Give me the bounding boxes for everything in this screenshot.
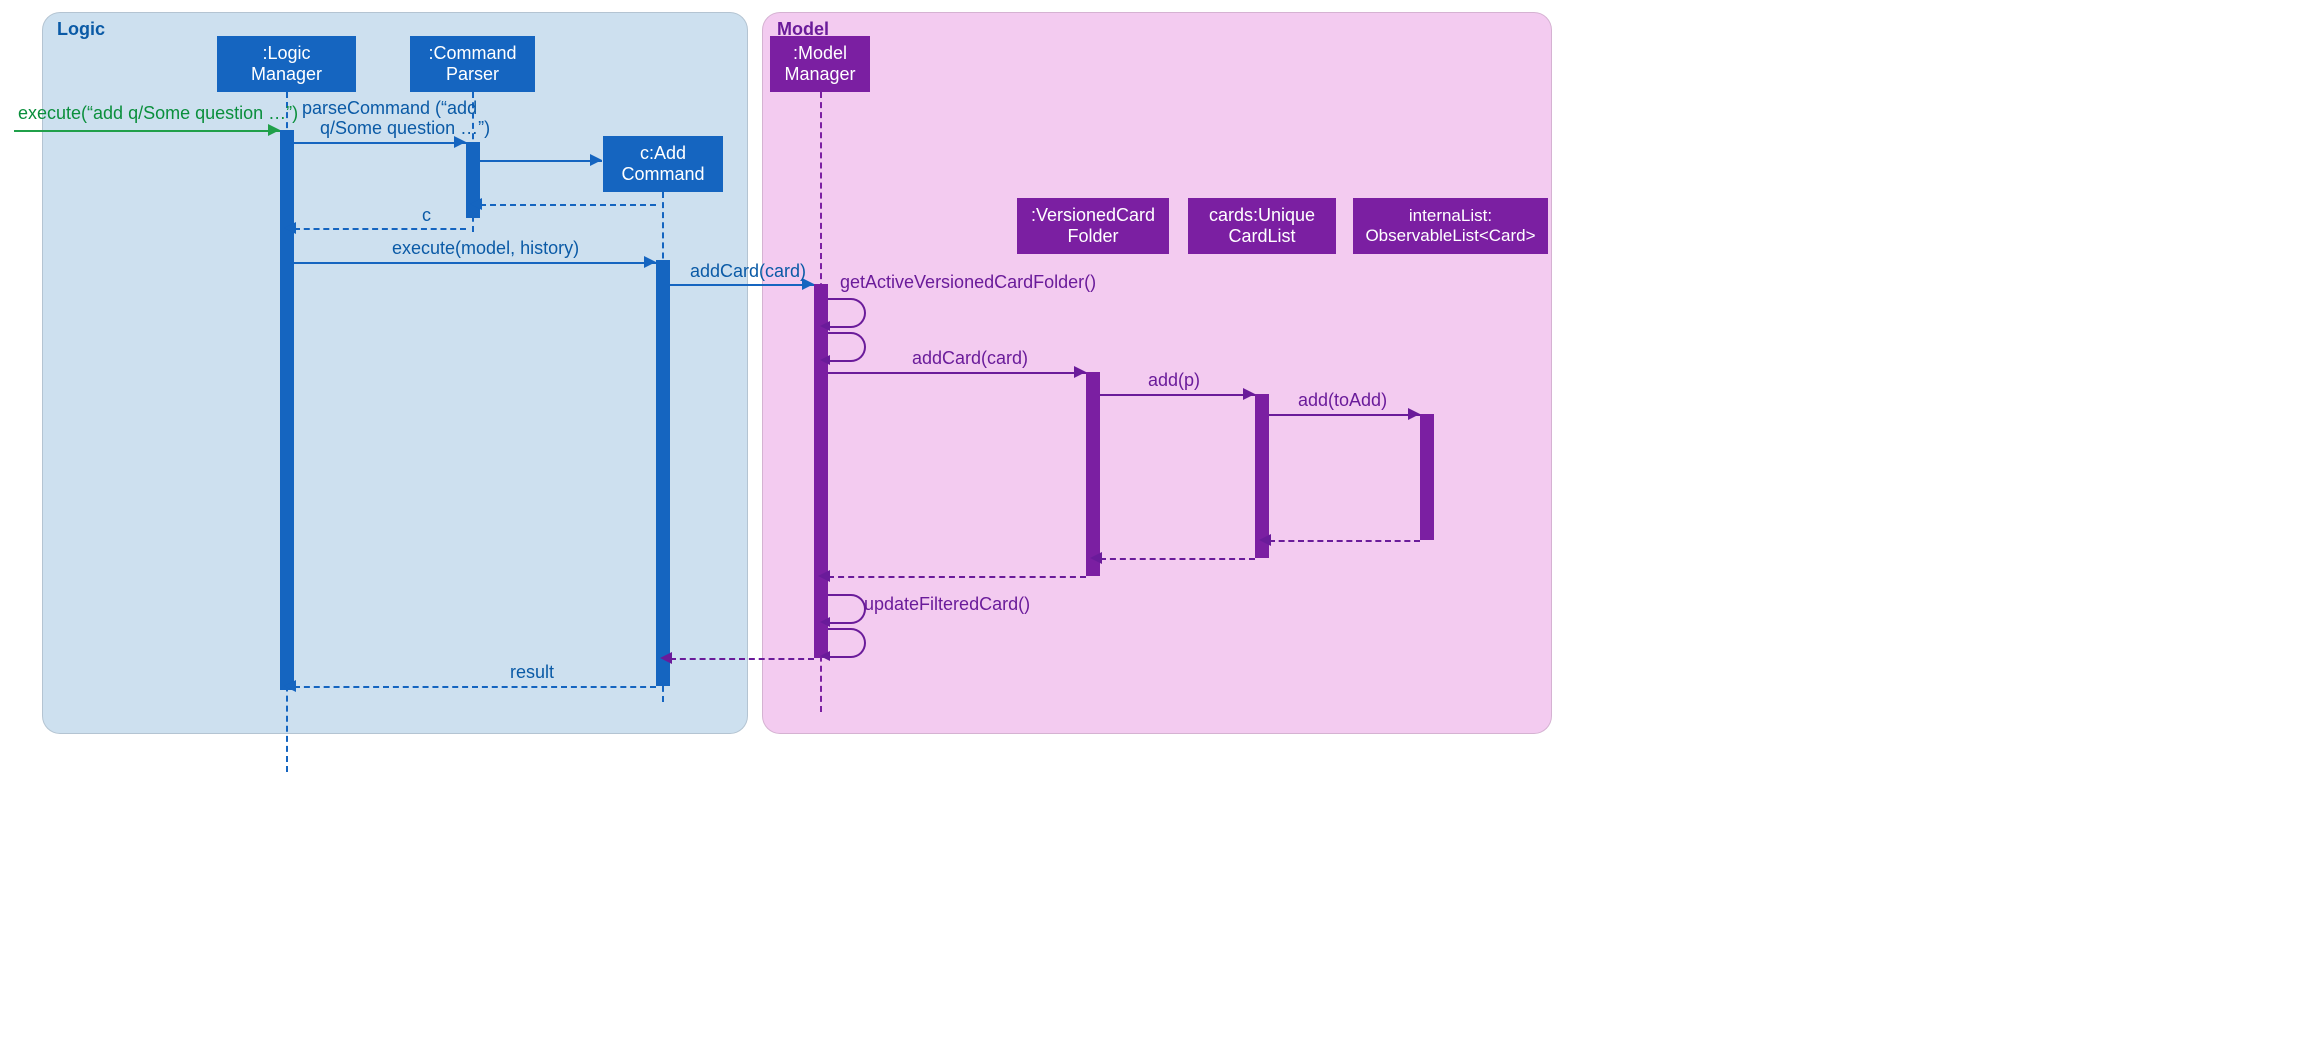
arrowhead-icon bbox=[644, 256, 656, 268]
return-versioned-line bbox=[828, 576, 1086, 578]
msg-addcard1: addCard(card) bbox=[690, 261, 806, 282]
lifeline-label: cards:Unique CardList bbox=[1209, 205, 1315, 246]
return-modelmanager-line bbox=[670, 658, 814, 660]
msg-execute-in: execute(“add q/Some question …”) bbox=[18, 103, 298, 124]
self-call-loop-icon bbox=[828, 298, 866, 328]
sequence-diagram: Logic Model :Logic Manager :Command Pars… bbox=[0, 0, 2298, 1052]
msg-create-addcommand-line bbox=[480, 160, 602, 162]
lifeline-label: :Logic Manager bbox=[251, 43, 322, 84]
msg-addp-line bbox=[1100, 394, 1255, 396]
activation-model-manager bbox=[814, 284, 828, 658]
arrowhead-icon bbox=[660, 652, 672, 664]
lifeline-label: c:Add Command bbox=[621, 143, 704, 184]
lifeline-head-versioned-card-folder: :VersionedCard Folder bbox=[1017, 198, 1169, 254]
lifeline-head-add-command: c:Add Command bbox=[603, 136, 723, 192]
msg-addcard2: addCard(card) bbox=[912, 348, 1028, 369]
msg-parsecommand-l1: parseCommand (“add bbox=[302, 98, 477, 119]
package-logic-title: Logic bbox=[57, 19, 105, 40]
return-observable-line bbox=[1269, 540, 1420, 542]
arrowhead-icon bbox=[268, 124, 280, 136]
arrowhead-icon bbox=[1408, 408, 1420, 420]
arrowhead-icon bbox=[470, 198, 482, 210]
activation-add-command bbox=[656, 260, 670, 686]
arrowhead-icon bbox=[1243, 388, 1255, 400]
self-call-return-loop-icon bbox=[828, 332, 866, 362]
msg-addtoadd-line bbox=[1269, 414, 1420, 416]
msg-result: result bbox=[510, 662, 554, 683]
msg-parsecommand-line bbox=[294, 142, 466, 144]
msg-return-c-line bbox=[294, 228, 466, 230]
arrowhead-icon bbox=[1090, 552, 1102, 564]
msg-return-addcommand-line bbox=[480, 204, 656, 206]
lifeline-head-command-parser: :Command Parser bbox=[410, 36, 535, 92]
return-unique-line bbox=[1100, 558, 1255, 560]
lifeline-label: internaList: ObservableList<Card> bbox=[1365, 206, 1535, 245]
arrowhead-icon bbox=[284, 222, 296, 234]
arrowhead-icon bbox=[590, 154, 602, 166]
lifeline-label: :VersionedCard Folder bbox=[1031, 205, 1155, 246]
msg-execute-model-line bbox=[294, 262, 656, 264]
msg-addtoadd: add(toAdd) bbox=[1298, 390, 1387, 411]
msg-return-c: c bbox=[422, 205, 431, 226]
activation-versioned-card-folder bbox=[1086, 372, 1100, 576]
self-call-return-loop-icon bbox=[828, 628, 866, 658]
msg-execute-model: execute(model, history) bbox=[392, 238, 579, 259]
lifeline-head-observable-list: internaList: ObservableList<Card> bbox=[1353, 198, 1548, 254]
msg-getactive: getActiveVersionedCardFolder() bbox=[840, 272, 1096, 293]
activation-logic-manager bbox=[280, 130, 294, 690]
return-result-line bbox=[294, 686, 656, 688]
msg-parsecommand-l2: q/Some question …”) bbox=[320, 118, 490, 139]
arrowhead-icon bbox=[818, 570, 830, 582]
lifeline-label: :Model Manager bbox=[784, 43, 855, 84]
msg-updatefiltered: updateFilteredCard() bbox=[864, 594, 1030, 615]
arrowhead-icon bbox=[1259, 534, 1271, 546]
self-call-loop-icon bbox=[828, 594, 866, 624]
msg-execute-in-line bbox=[14, 130, 280, 132]
arrowhead-icon bbox=[1074, 366, 1086, 378]
lifeline-label: :Command Parser bbox=[428, 43, 516, 84]
lifeline-head-logic-manager: :Logic Manager bbox=[217, 36, 356, 92]
msg-addcard1-line bbox=[670, 284, 814, 286]
msg-addcard2-line bbox=[828, 372, 1086, 374]
msg-addp: add(p) bbox=[1148, 370, 1200, 391]
activation-observable-list bbox=[1420, 414, 1434, 540]
arrowhead-icon bbox=[284, 680, 296, 692]
lifeline-head-model-manager: :Model Manager bbox=[770, 36, 870, 92]
lifeline-head-unique-card-list: cards:Unique CardList bbox=[1188, 198, 1336, 254]
